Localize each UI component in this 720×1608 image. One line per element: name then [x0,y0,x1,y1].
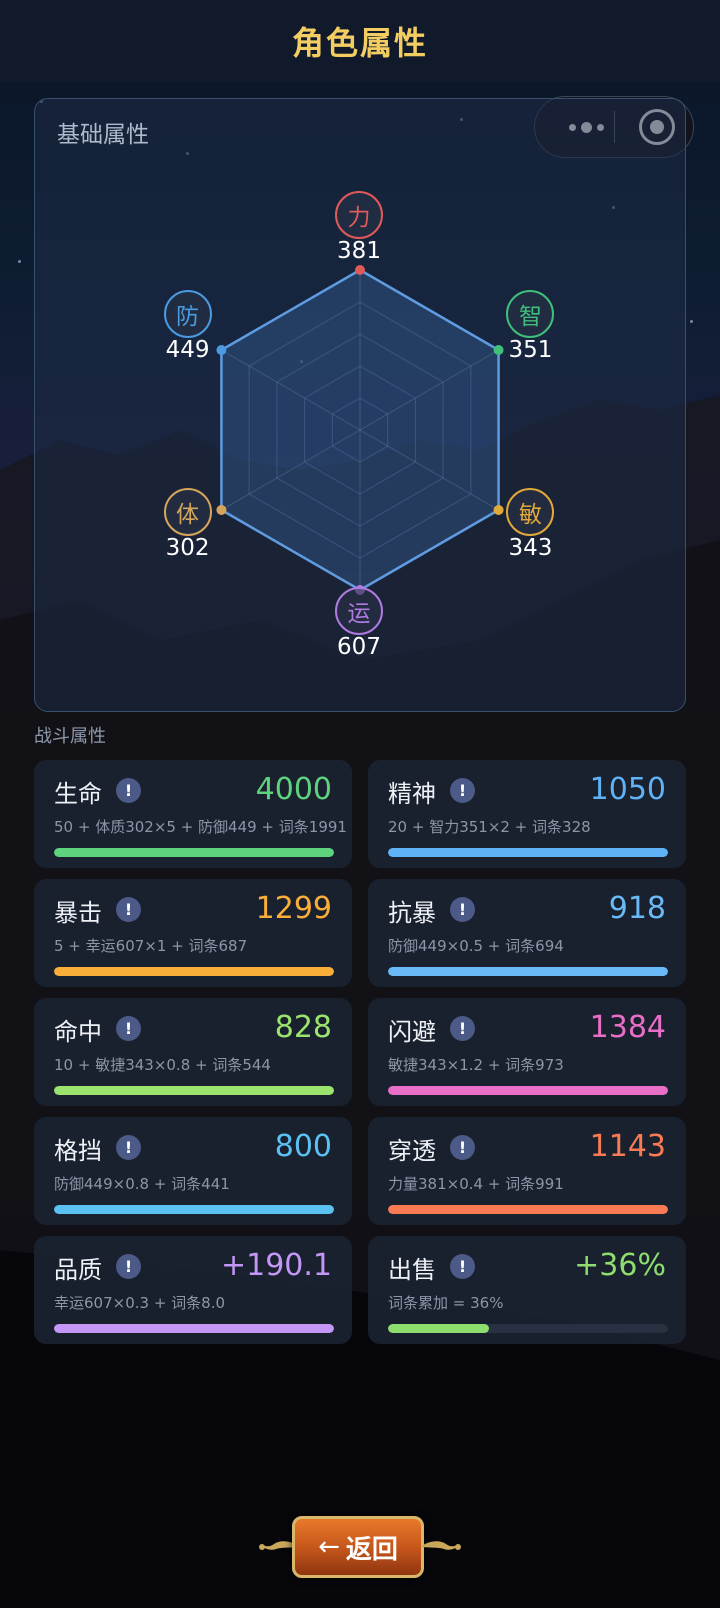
combat-attributes-title: 战斗属性 [34,726,106,747]
stat-formula: 10 + 敏捷343×0.8 + 词条544 [54,1056,271,1074]
attribute-label-2: 敏 343 [470,488,590,561]
stat-progress-fill [388,967,668,976]
attribute-value: 607 [337,634,381,660]
stat-card-1[interactable]: 精神! 1050 20 + 智力351×2 + 词条328 [368,760,686,868]
back-arrow-icon: ← [318,1532,340,1562]
info-icon[interactable]: ! [450,897,475,922]
info-icon[interactable]: ! [116,1016,141,1041]
stat-card-2[interactable]: 暴击! 1299 5 + 幸运607×1 + 词条687 [34,879,352,987]
stat-card-4[interactable]: 命中! 828 10 + 敏捷343×0.8 + 词条544 [34,998,352,1106]
info-icon[interactable]: ! [116,1254,141,1279]
stat-formula: 5 + 幸运607×1 + 词条687 [54,937,248,955]
top-header: 角色属性 [0,0,720,82]
stat-progress-fill [54,848,334,857]
attribute-label-4: 体 302 [128,488,248,561]
ornament-right-icon [420,1541,461,1550]
stat-formula: 力量381×0.4 + 词条991 [388,1175,564,1193]
attribute-value: 381 [337,238,381,264]
stat-value: 800 [274,1129,332,1164]
back-button-label: 返回 [345,1534,398,1565]
stat-formula: 词条累加 = 36% [388,1294,504,1312]
stat-formula: 20 + 智力351×2 + 词条328 [388,818,591,836]
stat-card-3[interactable]: 抗暴! 918 防御449×0.5 + 词条694 [368,879,686,987]
attribute-badge: 力 [335,191,383,239]
stat-value: 828 [274,1010,332,1045]
radar-point-0 [355,265,365,275]
attribute-badge: 敏 [506,488,555,536]
stat-progress-track [388,1324,668,1333]
stat-value: 4000 [255,772,332,807]
stat-formula: 防御449×0.8 + 词条441 [54,1175,230,1193]
stat-value: 1143 [589,1129,666,1164]
stat-progress-fill [388,1205,668,1214]
back-button-wrapper: ← 返回 [256,1506,464,1594]
stat-progress-track [388,848,668,857]
stat-value: +190.1 [220,1248,332,1283]
stat-formula: 50 + 体质302×5 + 防御449 + 词条1991 [54,818,347,836]
stat-name: 命中 [54,1018,102,1046]
stat-progress-track [388,1086,668,1095]
stat-progress-fill [54,1086,334,1095]
info-icon[interactable]: ! [116,897,141,922]
back-button[interactable]: ← 返回 [292,1516,424,1578]
stat-name: 暴击 [54,899,102,927]
stat-name: 出售 [388,1256,436,1284]
stat-name: 生命 [54,780,102,808]
attribute-badge: 体 [163,488,212,536]
stat-name: 穿透 [388,1137,436,1165]
attribute-badge: 防 [163,290,212,338]
stat-formula: 防御449×0.5 + 词条694 [388,937,564,955]
stat-value: +36% [574,1248,666,1283]
stat-formula: 敏捷343×1.2 + 词条973 [388,1056,564,1074]
stat-name: 精神 [388,780,436,808]
attribute-value: 302 [165,535,210,561]
stat-card-7[interactable]: 穿透! 1143 力量381×0.4 + 词条991 [368,1117,686,1225]
stat-progress-fill [54,1205,334,1214]
stat-name: 品质 [54,1256,102,1284]
attribute-value: 449 [165,337,210,363]
attribute-badge: 运 [335,587,383,635]
stat-progress-fill [54,967,334,976]
stat-formula: 幸运607×0.3 + 词条8.0 [54,1294,226,1312]
stat-progress-track [54,1086,334,1095]
stat-value: 1050 [589,772,666,807]
info-icon[interactable]: ! [450,1254,475,1279]
info-icon[interactable]: ! [450,778,475,803]
info-icon[interactable]: ! [116,778,141,803]
stat-progress-track [54,1205,334,1214]
attribute-value: 343 [508,535,553,561]
attribute-value: 351 [508,337,553,363]
stat-name: 闪避 [388,1018,436,1046]
attribute-label-1: 智 351 [470,290,590,363]
attribute-label-3: 运 607 [299,587,419,660]
stat-value: 1299 [255,891,332,926]
stat-card-9[interactable]: 出售! +36% 词条累加 = 36% [368,1236,686,1344]
stat-value: 918 [608,891,666,926]
stat-card-8[interactable]: 品质! +190.1 幸运607×0.3 + 词条8.0 [34,1236,352,1344]
stat-card-0[interactable]: 生命! 4000 50 + 体质302×5 + 防御449 + 词条1991 [34,760,352,868]
stat-progress-track [388,967,668,976]
page-title: 角色属性 [291,24,428,62]
stat-card-5[interactable]: 闪避! 1384 敏捷343×1.2 + 词条973 [368,998,686,1106]
stat-name: 格挡 [54,1137,102,1165]
stat-progress-track [54,967,334,976]
info-icon[interactable]: ! [450,1135,475,1160]
stat-progress-track [54,1324,334,1333]
stat-progress-track [54,848,334,857]
attribute-badge: 智 [506,290,555,338]
stat-progress-fill [388,848,668,857]
stat-name: 抗暴 [388,899,436,927]
stat-progress-fill [388,1324,489,1333]
attribute-label-5: 防 449 [128,290,248,363]
stat-progress-track [388,1205,668,1214]
stat-progress-fill [54,1324,334,1333]
stat-progress-fill [388,1086,668,1095]
info-icon[interactable]: ! [116,1135,141,1160]
stat-value: 1384 [589,1010,666,1045]
stat-card-6[interactable]: 格挡! 800 防御449×0.8 + 词条441 [34,1117,352,1225]
attribute-label-0: 力 381 [299,191,419,264]
info-icon[interactable]: ! [450,1016,475,1041]
